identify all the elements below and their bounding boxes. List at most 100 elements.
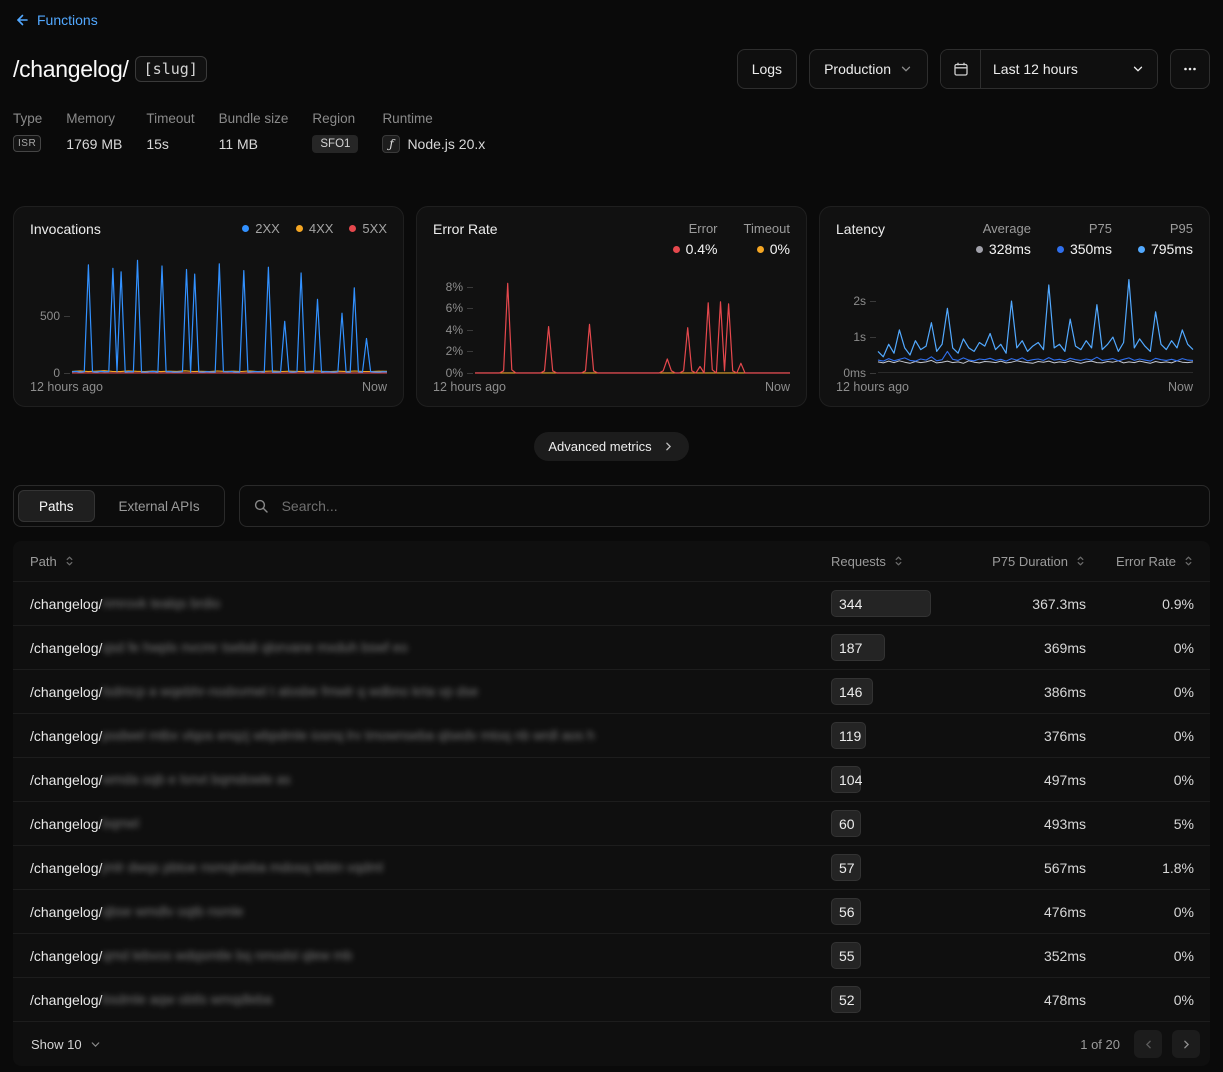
error-rate-title: Error Rate [433, 221, 498, 237]
legend-dot [673, 246, 680, 253]
error-rate-y-axis: 8%6%4%2%0% [433, 278, 475, 373]
environment-select[interactable]: Production [809, 49, 928, 89]
requests-bar: 57 [831, 854, 861, 881]
error-rate-x-axis: 12 hours ago Now [433, 380, 790, 394]
column-header-p75-duration[interactable]: P75 Duration [943, 554, 1086, 569]
slug-chip: [slug] [135, 56, 207, 82]
prev-page-button[interactable] [1134, 1030, 1162, 1058]
path-slug-redacted: podwel mtbx vlqos enqzj wbpdmle iosnq lr… [102, 728, 594, 743]
invocations-card: Invocations 2XX4XX5XX 5000 12 hours ago … [13, 206, 404, 407]
page-size-select[interactable]: Show 10 [23, 1031, 110, 1058]
table-row[interactable]: /changelog/jmlr dwqs pbtoe nsmqlveba mdo… [13, 845, 1210, 889]
next-page-button[interactable] [1172, 1030, 1200, 1058]
calendar-button[interactable] [941, 50, 981, 88]
p75-duration-cell: 367.3ms [943, 582, 1086, 625]
sort-icon [1183, 555, 1194, 567]
meta-type: TypeISR [13, 111, 42, 153]
table-row[interactable]: /changelog/bqmel60493ms5% [13, 801, 1210, 845]
table-row[interactable]: /changelog/podwel mtbx vlqos enqzj wbpdm… [13, 713, 1210, 757]
time-range-select[interactable]: Last 12 hours [981, 50, 1157, 88]
requests-bar: 119 [831, 722, 866, 749]
latency-title: Latency [836, 221, 885, 237]
search-box [239, 485, 1210, 527]
path-slug-redacted: bsdmle aqw obtls wmqdleba [102, 992, 272, 1007]
logs-button[interactable]: Logs [737, 49, 797, 89]
p75-duration-cell: 493ms [943, 802, 1086, 845]
path-slug-redacted: qmd lebvos wdqsmtle bq nmodsl qlew mb [102, 948, 352, 963]
latency-card: Latency Average328msP75350msP95795ms 2s1… [819, 206, 1210, 407]
error-rate-cell: 5% [1086, 802, 1210, 845]
legend-col-average: Average328ms [976, 221, 1031, 257]
table-row[interactable]: /changelog/qsd fe hwplx nvcmr tsebdi qlo… [13, 625, 1210, 669]
path-prefix: /changelog/ [30, 992, 102, 1008]
column-header-requests[interactable]: Requests [831, 554, 943, 569]
column-header-error-rate[interactable]: Error Rate [1086, 554, 1210, 569]
paths-table: PathRequestsP75 DurationError Rate /chan… [13, 541, 1210, 1066]
table-row[interactable]: /changelog/nmrovk tealqs brdio344367.3ms… [13, 581, 1210, 625]
table-row[interactable]: /changelog/bsdmle aqw obtls wmqdleba5247… [13, 977, 1210, 1021]
chevron-right-icon [662, 440, 675, 453]
calendar-icon [953, 61, 969, 77]
table-row[interactable]: /changelog/qbse wmdlv oqtb nsmle56476ms0… [13, 889, 1210, 933]
region-badge: SFO1 [312, 135, 358, 153]
advanced-metrics-label: Advanced metrics [548, 439, 651, 454]
table-row[interactable]: /changelog/lsdmcp a wqebhr-nodxvmel t al… [13, 669, 1210, 713]
search-input[interactable] [239, 485, 1210, 527]
error-rate-cell: 0% [1086, 714, 1210, 757]
error-rate-cell: 0% [1086, 890, 1210, 933]
invocations-title: Invocations [30, 221, 101, 237]
path-prefix: /changelog/ [30, 948, 102, 964]
error-rate-cell: 0% [1086, 934, 1210, 977]
error-rate-cell: 0% [1086, 978, 1210, 1021]
x-axis-left-label: 12 hours ago [30, 380, 103, 394]
legend-dot [242, 225, 249, 232]
chevron-right-icon [1180, 1038, 1193, 1051]
table-row[interactable]: /changelog/wmda oqb e lsnvt bqmdowle as1… [13, 757, 1210, 801]
path-slug-redacted: bqmel [102, 816, 139, 831]
environment-label: Production [824, 61, 891, 77]
table-footer: Show 10 1 of 20 [13, 1021, 1210, 1066]
requests-bar: 187 [831, 634, 885, 661]
error-rate-cell: 0% [1086, 758, 1210, 801]
path-prefix: /changelog/ [30, 728, 102, 744]
legend-col-error: Error0.4% [673, 221, 718, 257]
invocations-chart[interactable] [72, 258, 387, 373]
error-rate-legend: Error0.4%Timeout0% [673, 221, 790, 257]
more-options-button[interactable] [1170, 49, 1210, 89]
path-prefix: /changelog/ [30, 640, 102, 656]
arrow-left-icon [13, 12, 29, 28]
x-axis-left-label: 12 hours ago [836, 380, 909, 394]
function-icon: ƒ [382, 135, 400, 153]
function-detail-page: Functions /changelog/ [slug] Logs Produc… [0, 0, 1223, 1072]
error-rate-cell: 0% [1086, 670, 1210, 713]
sort-icon [1075, 555, 1086, 567]
legend-col-p95: P95795ms [1138, 221, 1193, 257]
search-icon [253, 498, 269, 514]
x-axis-right-label: Now [1168, 380, 1193, 394]
error-rate-chart[interactable] [475, 278, 790, 373]
invocations-x-axis: 12 hours ago Now [30, 380, 387, 394]
sort-icon [64, 555, 75, 567]
table-row[interactable]: /changelog/qmd lebvos wdqsmtle bq nmodsl… [13, 933, 1210, 977]
path-slug-redacted: nmrovk tealqs brdio [102, 596, 220, 611]
table-body: /changelog/nmrovk tealqs brdio344367.3ms… [13, 581, 1210, 1021]
p75-duration-cell: 497ms [943, 758, 1086, 801]
path-tabs: Paths External APIs [13, 485, 225, 527]
meta-bundle-size: Bundle size11 MB [219, 111, 289, 153]
legend-dot [1057, 246, 1064, 253]
isr-badge: ISR [13, 135, 41, 152]
p75-duration-cell: 369ms [943, 626, 1086, 669]
tab-external-apis[interactable]: External APIs [99, 490, 220, 522]
legend-item-2xx: 2XX [242, 221, 280, 236]
invocations-legend: 2XX4XX5XX [242, 221, 387, 236]
back-to-functions-link[interactable]: Functions [13, 12, 98, 28]
column-header-path[interactable]: Path [13, 554, 831, 569]
function-meta: TypeISRMemory1769 MBTimeout15sBundle siz… [13, 111, 1210, 153]
advanced-metrics-button[interactable]: Advanced metrics [534, 432, 688, 461]
legend-dot [757, 246, 764, 253]
p75-duration-cell: 567ms [943, 846, 1086, 889]
latency-chart[interactable] [878, 276, 1193, 373]
meta-region: RegionSFO1 [312, 111, 358, 153]
tab-paths[interactable]: Paths [18, 490, 95, 522]
back-label: Functions [37, 12, 98, 28]
